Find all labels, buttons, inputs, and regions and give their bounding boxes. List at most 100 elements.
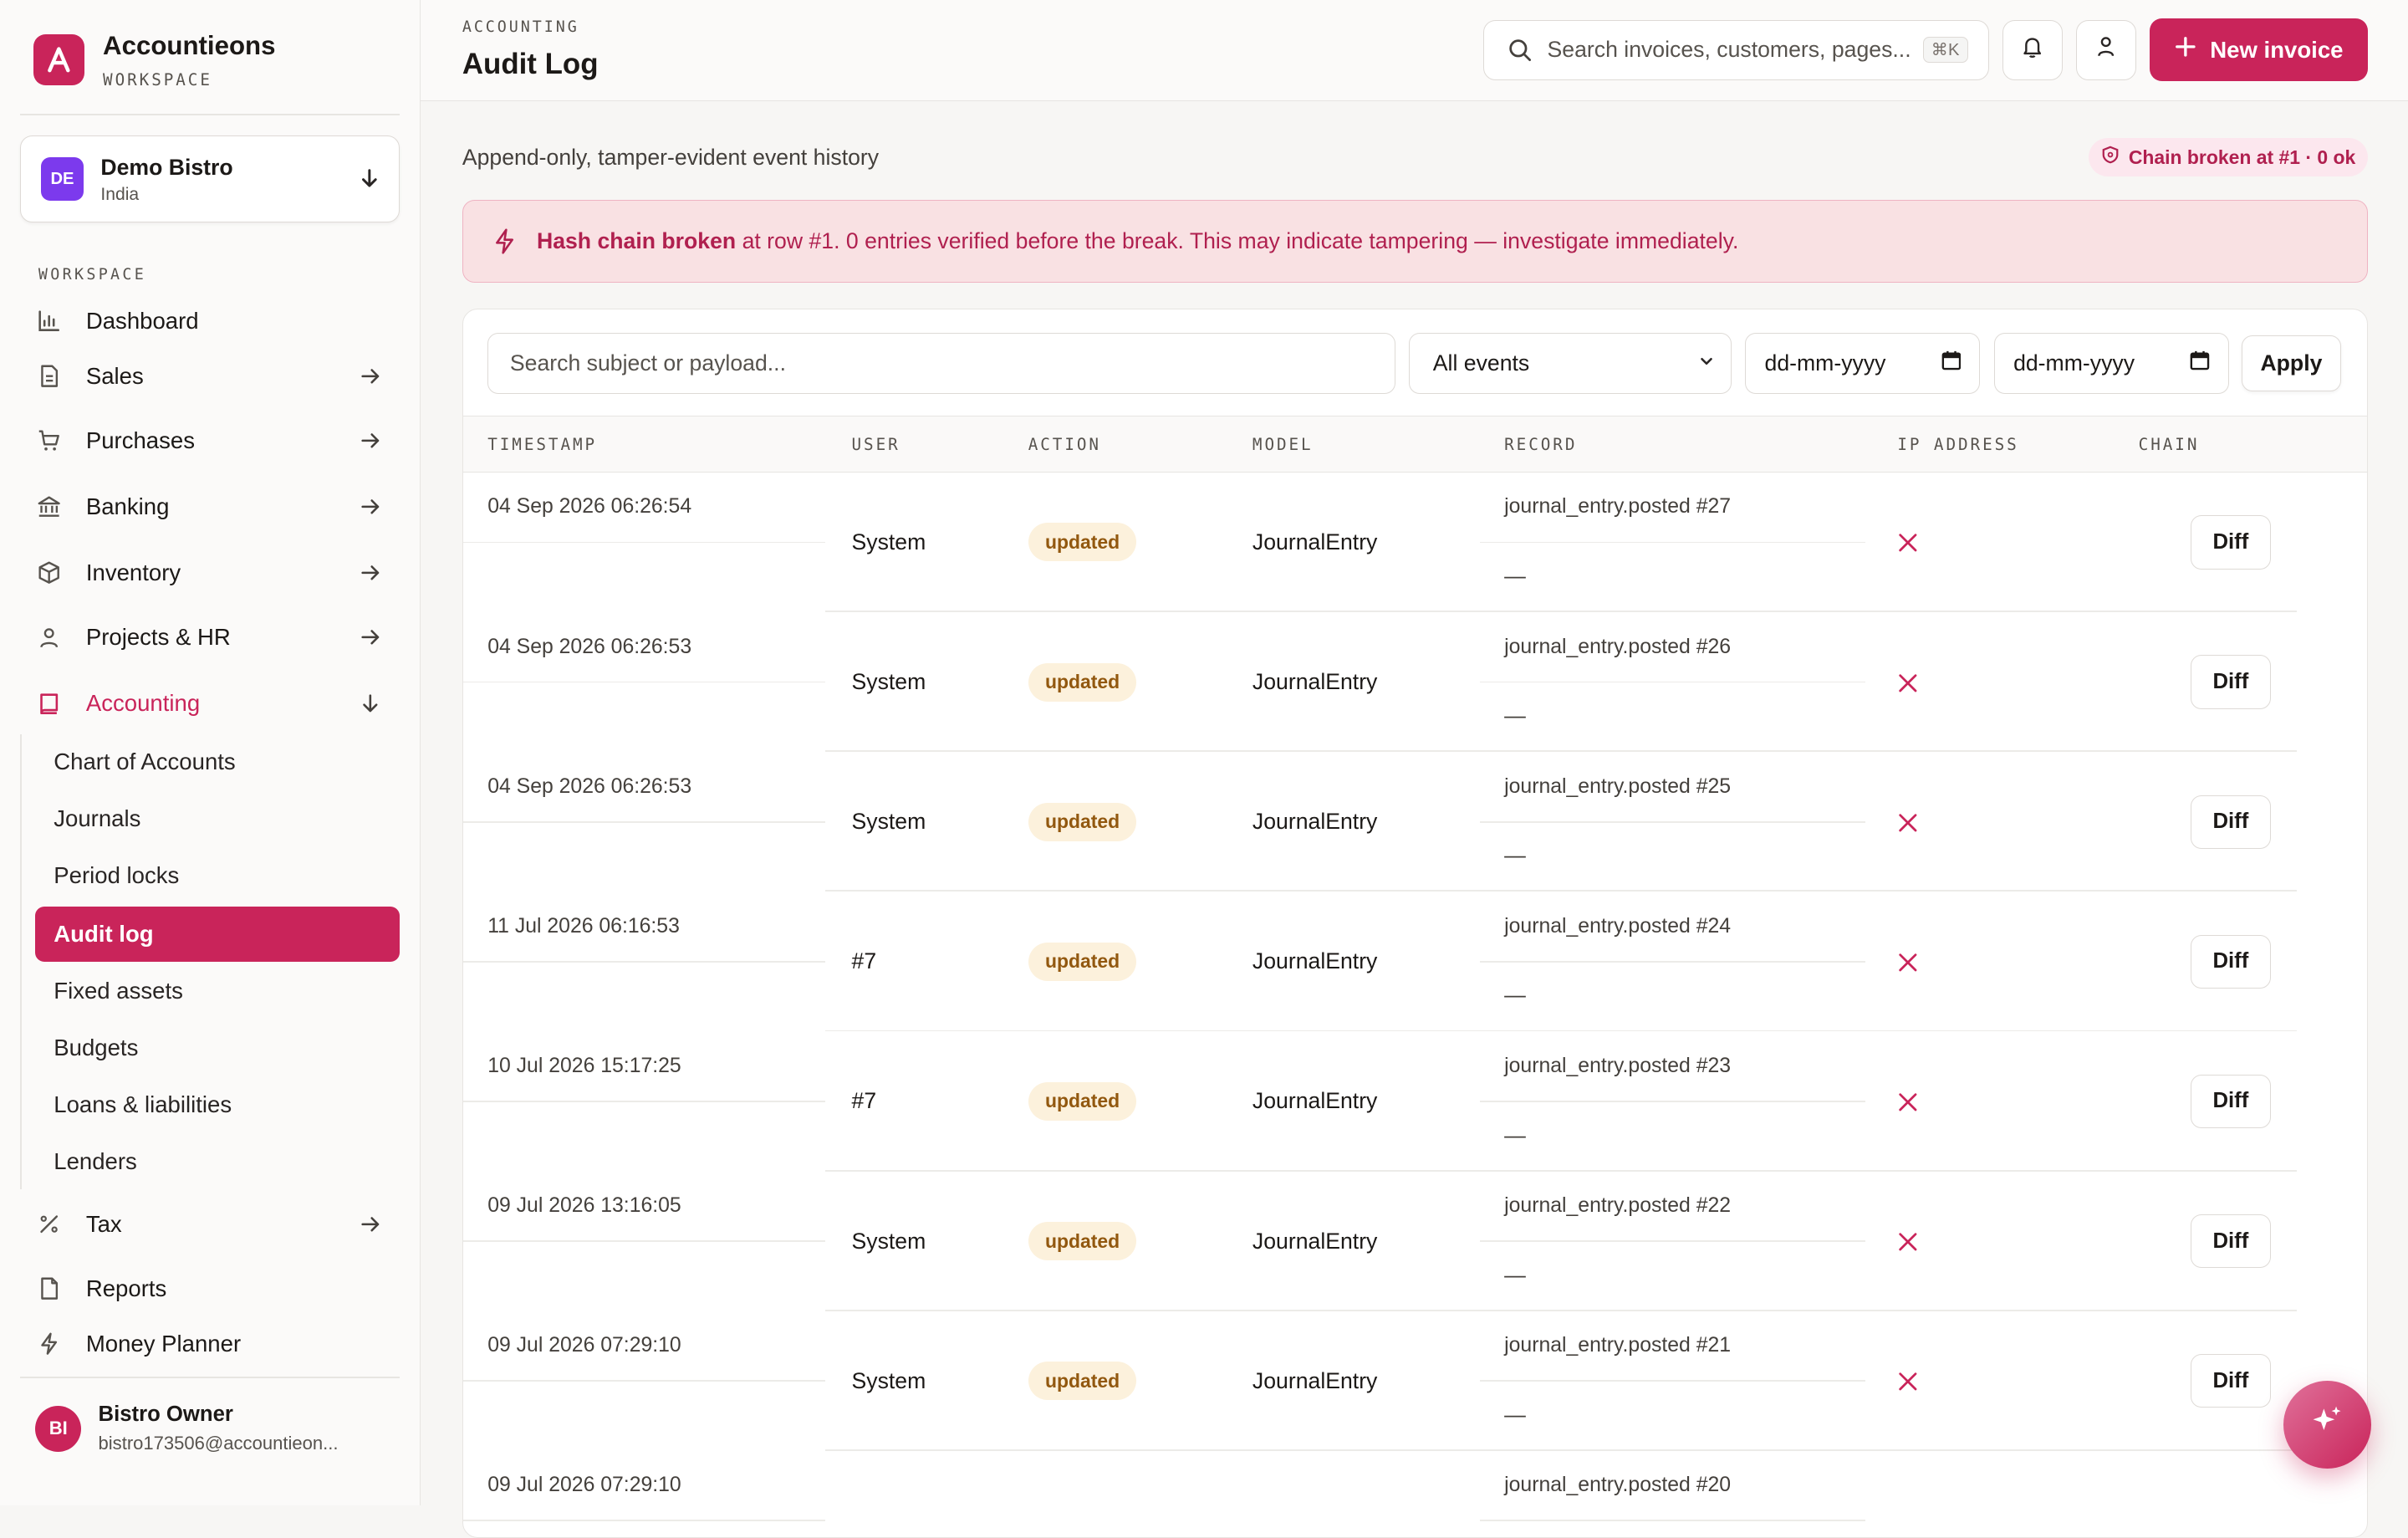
sidebar-subitem-chart-of-accounts[interactable]: Chart of Accounts bbox=[35, 734, 399, 789]
diff-button[interactable]: Diff bbox=[2191, 515, 2271, 570]
row-record: journal_entry.posted #27 bbox=[1504, 495, 1732, 519]
org-name: Demo Bistro bbox=[100, 154, 233, 180]
sidebar-item-label: Reports bbox=[85, 1275, 167, 1301]
diff-button[interactable]: Diff bbox=[2191, 934, 2271, 989]
divider bbox=[19, 113, 400, 115]
table-row[interactable]: 09 Jul 2026 07:29:10 System updated Journal… bbox=[462, 1311, 2367, 1451]
sidebar-subitem-lenders[interactable]: Lenders bbox=[35, 1133, 399, 1188]
tamper-alert: Hash chain broken at row #1. 0 entries v… bbox=[462, 199, 2369, 283]
event-type-select[interactable]: All events bbox=[1409, 332, 1732, 395]
diff-button[interactable]: Diff bbox=[2191, 1354, 2271, 1408]
brand[interactable]: Accountieons WORKSPACE bbox=[33, 31, 275, 89]
user-profile[interactable]: BI Bistro Owner bistro173506@accountieon… bbox=[35, 1403, 338, 1454]
table-row[interactable]: 09 Jul 2026 13:16:05 System updated Journal… bbox=[462, 1172, 2367, 1311]
global-search-input[interactable]: Search invoices, customers, pages... ⌘K bbox=[1483, 19, 1989, 80]
row-user: #7 bbox=[851, 1088, 877, 1114]
arrow-down-icon bbox=[359, 166, 380, 195]
account-button[interactable] bbox=[2076, 19, 2136, 80]
new-invoice-button[interactable]: New invoice bbox=[2150, 18, 2369, 82]
column-header-ip-address[interactable]: IP ADDRESS bbox=[1897, 435, 2018, 454]
search-placeholder: Search invoices, customers, pages... bbox=[1547, 37, 1911, 63]
sidebar-item-label: Money Planner bbox=[85, 1331, 242, 1357]
calendar-icon bbox=[2190, 350, 2210, 376]
sidebar-item-projects-hr[interactable]: Projects & HR bbox=[20, 611, 400, 663]
row-divider bbox=[1479, 1520, 1865, 1522]
sidebar-subitem-loans-liabilities[interactable]: Loans & liabilities bbox=[35, 1077, 399, 1132]
column-header-action[interactable]: ACTION bbox=[1028, 435, 1101, 454]
arrow-down-icon bbox=[360, 692, 381, 714]
column-header-record[interactable]: RECORD bbox=[1504, 435, 1577, 454]
sidebar-subitem-period-locks[interactable]: Period locks bbox=[35, 848, 399, 903]
sidebar-subitem-budgets[interactable]: Budgets bbox=[35, 1020, 399, 1076]
table-row[interactable]: 10 Jul 2026 15:17:25 #7 updated JournalEntr… bbox=[462, 1031, 2367, 1172]
sidebar-item-dashboard[interactable]: Dashboard bbox=[20, 295, 400, 347]
column-header-chain[interactable]: CHAIN bbox=[2139, 435, 2200, 454]
diff-button[interactable]: Diff bbox=[2191, 795, 2271, 849]
row-user: #7 bbox=[851, 948, 877, 974]
sidebar-item-tax[interactable]: Tax bbox=[20, 1198, 400, 1250]
book-icon bbox=[37, 692, 74, 716]
action-badge: updated bbox=[1028, 1082, 1137, 1121]
table-row[interactable]: 04 Sep 2026 06:26:54 System updated Journal… bbox=[462, 473, 2367, 612]
row-divider bbox=[1479, 820, 1865, 823]
sidebar-item-sales[interactable]: Sales bbox=[20, 350, 400, 402]
sidebar-subitem-fixed-assets[interactable]: Fixed assets bbox=[35, 963, 399, 1019]
row-timestamp: 04 Sep 2026 06:26:53 bbox=[487, 774, 692, 798]
sidebar-item-banking[interactable]: Banking bbox=[20, 481, 400, 533]
org-switcher[interactable]: DE Demo Bistro India bbox=[19, 135, 400, 223]
notifications-button[interactable] bbox=[2002, 19, 2063, 80]
diff-button[interactable]: Diff bbox=[2191, 655, 2271, 709]
new-invoice-label: New invoice bbox=[2210, 36, 2344, 63]
plus-icon bbox=[2175, 36, 2196, 64]
subject-search-input[interactable]: Search subject or payload... bbox=[487, 332, 1395, 395]
table-row[interactable]: 04 Sep 2026 06:26:53 System updated Journal… bbox=[462, 612, 2367, 753]
row-model: JournalEntry bbox=[1252, 1367, 1378, 1393]
row-divider bbox=[462, 1380, 826, 1382]
row-divider bbox=[462, 681, 826, 683]
row-divider bbox=[462, 541, 826, 544]
row-ip-address: — bbox=[1504, 844, 1526, 868]
audit-log-card: Search subject or payload... All events … bbox=[462, 309, 2369, 1538]
chain-broken-icon bbox=[1897, 1231, 1919, 1253]
sidebar-subitem-audit-log[interactable]: Audit log bbox=[35, 906, 400, 962]
sidebar-item-money-planner[interactable]: Money Planner bbox=[20, 1318, 400, 1370]
sidebar-subitem-journals[interactable]: Journals bbox=[35, 791, 399, 846]
diff-button[interactable]: Diff bbox=[2191, 1074, 2271, 1129]
date-from-value: dd-mm-yyyy bbox=[1764, 350, 1886, 376]
sidebar-item-label: Accounting bbox=[85, 690, 201, 717]
user-email: bistro173506@accountieon... bbox=[98, 1433, 339, 1454]
sidebar-item-label: Purchases bbox=[85, 427, 195, 454]
chain-broken-icon bbox=[1897, 812, 1919, 834]
row-divider bbox=[1479, 1240, 1865, 1243]
apply-filters-button[interactable]: Apply bbox=[2241, 335, 2342, 391]
chain-broken-icon bbox=[1897, 952, 1919, 973]
table-row[interactable]: 11 Jul 2026 06:16:53 #7 updated JournalEntr… bbox=[462, 892, 2367, 1032]
chain-broken-icon bbox=[1897, 672, 1919, 694]
row-divider bbox=[1479, 1380, 1865, 1382]
table-row[interactable]: 09 Jul 2026 07:29:10 journal_entry.posted… bbox=[462, 1451, 2367, 1537]
event-type-value: All events bbox=[1432, 350, 1530, 376]
diff-button[interactable]: Diff bbox=[2191, 1214, 2271, 1269]
lightning-icon bbox=[491, 227, 518, 255]
column-header-user[interactable]: USER bbox=[852, 435, 900, 454]
alert-title: Hash chain broken bbox=[536, 227, 737, 253]
row-divider bbox=[462, 960, 826, 963]
sidebar-item-inventory[interactable]: Inventory bbox=[20, 547, 400, 599]
date-to-value: dd-mm-yyyy bbox=[2013, 350, 2135, 376]
row-timestamp: 11 Jul 2026 06:16:53 bbox=[487, 914, 680, 938]
calendar-icon bbox=[1941, 350, 1962, 376]
sidebar-item-reports[interactable]: Reports bbox=[20, 1263, 400, 1315]
column-header-timestamp[interactable]: TIMESTAMP bbox=[487, 435, 597, 454]
date-to-input[interactable]: dd-mm-yyyy bbox=[1994, 332, 2230, 395]
sidebar-item-accounting[interactable]: Accounting bbox=[20, 677, 400, 729]
table-row[interactable]: 04 Sep 2026 06:26:53 System updated Journal… bbox=[462, 752, 2367, 892]
date-from-input[interactable]: dd-mm-yyyy bbox=[1745, 332, 1981, 395]
row-ip-address: — bbox=[1504, 1263, 1526, 1287]
sidebar-item-purchases[interactable]: Purchases bbox=[20, 415, 400, 467]
arrow-right-icon bbox=[360, 365, 381, 387]
ai-assistant-button[interactable] bbox=[2283, 1381, 2371, 1469]
chevron-down-icon bbox=[1697, 350, 1716, 376]
column-header-model[interactable]: MODEL bbox=[1252, 435, 1314, 454]
app-subtitle: WORKSPACE bbox=[103, 69, 212, 89]
sidebar-item-label: Tax bbox=[85, 1210, 122, 1237]
